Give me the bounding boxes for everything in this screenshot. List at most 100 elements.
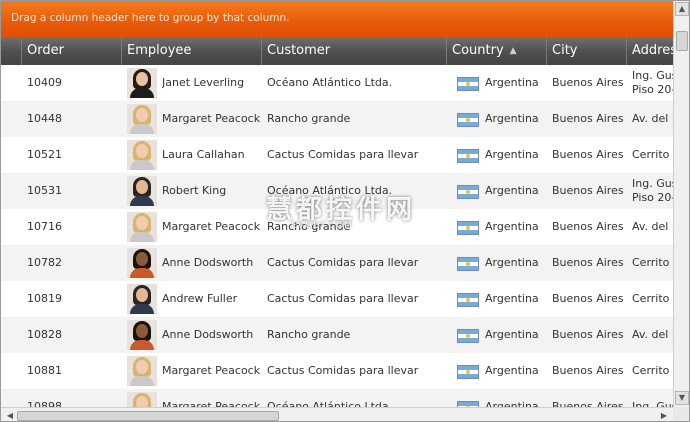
argentina-flag-icon <box>457 77 479 91</box>
argentina-flag-icon <box>457 329 479 343</box>
country-cell: Argentina <box>485 364 539 377</box>
argentina-flag-icon <box>457 257 479 271</box>
order-cell: 10898 <box>27 400 62 407</box>
city-cell: Buenos Aires <box>552 220 624 233</box>
column-header-customer[interactable]: Customer <box>261 37 446 65</box>
city-cell: Buenos Aires <box>552 184 624 197</box>
argentina-flag-icon <box>457 221 479 235</box>
column-header-country[interactable]: Country ▲ <box>446 37 546 65</box>
order-cell: 10819 <box>27 292 62 305</box>
address-cell: Ing. Gustavo Moncada 8585Piso 20-A <box>632 173 673 209</box>
employee-avatar <box>127 68 157 98</box>
employee-cell: Margaret Peacock <box>162 400 260 407</box>
customer-cell: Rancho grande <box>267 112 351 125</box>
scroll-right-icon[interactable]: ▶ <box>657 409 671 421</box>
employee-avatar <box>127 140 157 170</box>
address-cell: Av. del Libertador 900 <box>632 317 673 353</box>
employee-cell: Robert King <box>162 184 227 197</box>
table-row[interactable]: 10409 Janet Leverling Océano Atlántico Ltd… <box>1 65 673 101</box>
address-cell: Cerrito 333 <box>632 281 673 317</box>
order-cell: 10782 <box>27 256 62 269</box>
vertical-scroll-thumb[interactable] <box>676 31 688 51</box>
customer-cell: Cactus Comidas para llevar <box>267 292 419 305</box>
address-line: Ing. Gustavo Moncada 8585 <box>632 400 673 407</box>
table-row[interactable]: 10819 Andrew Fuller Cactus Comidas para ll… <box>1 281 673 317</box>
table-row[interactable]: 10898 Margaret Peacock Océano Atlántico Lt… <box>1 389 673 407</box>
country-cell: Argentina <box>485 76 539 89</box>
country-cell: Argentina <box>485 112 539 125</box>
argentina-flag-icon <box>457 113 479 127</box>
address-line: Ing. Gustavo Moncada 8585 <box>632 69 673 82</box>
employee-cell: Anne Dodsworth <box>162 328 254 341</box>
employee-avatar <box>127 284 157 314</box>
argentina-flag-icon <box>457 365 479 379</box>
employee-cell: Andrew Fuller <box>162 292 238 305</box>
vertical-scrollbar[interactable]: ▲ ▼ <box>673 1 689 407</box>
employee-avatar <box>127 212 157 242</box>
employee-cell: Janet Leverling <box>162 76 245 89</box>
customer-cell: Rancho grande <box>267 328 351 341</box>
data-grid: Drag a column header here to group by th… <box>0 0 690 422</box>
grid-rows: 10409 Janet Leverling Océano Atlántico Ltd… <box>1 65 673 407</box>
horizontal-scrollbar[interactable]: ◀ ▶ <box>1 407 673 421</box>
address-cell: Ing. Gustavo Moncada 8585Piso 20-A <box>632 65 673 101</box>
customer-cell: Océano Atlántico Ltda. <box>267 76 393 89</box>
country-cell: Argentina <box>485 148 539 161</box>
address-cell: Cerrito 333 <box>632 245 673 281</box>
city-cell: Buenos Aires <box>552 112 624 125</box>
address-line: Cerrito 333 <box>632 292 673 305</box>
city-cell: Buenos Aires <box>552 364 624 377</box>
group-panel-hint: Drag a column header here to group by th… <box>11 12 290 24</box>
order-cell: 10881 <box>27 364 62 377</box>
table-row[interactable]: 10881 Margaret Peacock Cactus Comidas para… <box>1 353 673 389</box>
employee-avatar <box>127 320 157 350</box>
address-line: Av. del Libertador 900 <box>632 220 673 233</box>
address-cell: Cerrito 333 <box>632 137 673 173</box>
scrollbar-corner <box>673 407 689 421</box>
argentina-flag-icon <box>457 293 479 307</box>
city-cell: Buenos Aires <box>552 256 624 269</box>
country-cell: Argentina <box>485 220 539 233</box>
column-header-city[interactable]: City <box>546 37 626 65</box>
table-row[interactable]: 10782 Anne Dodsworth Cactus Comidas para l… <box>1 245 673 281</box>
scroll-up-icon[interactable]: ▲ <box>675 2 689 16</box>
employee-avatar <box>127 356 157 386</box>
argentina-flag-icon <box>457 185 479 199</box>
employee-cell: Anne Dodsworth <box>162 256 254 269</box>
order-cell: 10828 <box>27 328 62 341</box>
city-cell: Buenos Aires <box>552 328 624 341</box>
address-line: Av. del Libertador 900 <box>632 112 673 125</box>
employee-cell: Margaret Peacock <box>162 220 260 233</box>
city-cell: Buenos Aires <box>552 292 624 305</box>
table-row[interactable]: 10521 Laura Callahan Cactus Comidas para l… <box>1 137 673 173</box>
address-line: Piso 20-A <box>632 191 673 204</box>
address-cell: Av. del Libertador 900 <box>632 209 673 245</box>
country-cell: Argentina <box>485 400 539 407</box>
scroll-down-icon[interactable]: ▼ <box>675 391 689 405</box>
sort-ascending-icon: ▲ <box>509 46 517 56</box>
country-cell: Argentina <box>485 184 539 197</box>
address-cell: Ing. Gustavo Moncada 8585 <box>632 389 673 407</box>
scroll-left-icon[interactable]: ◀ <box>3 409 17 421</box>
employee-avatar <box>127 392 157 407</box>
employee-cell: Margaret Peacock <box>162 364 260 377</box>
table-row[interactable]: 10828 Anne Dodsworth Rancho grande Argentin… <box>1 317 673 353</box>
column-header-row: Order Employee Customer Country ▲ City Ad… <box>1 37 684 65</box>
column-header-order[interactable]: Order <box>21 37 121 65</box>
address-line: Av. del Libertador 900 <box>632 328 673 341</box>
order-cell: 10409 <box>27 76 62 89</box>
address-cell: Av. del Libertador 900 <box>632 101 673 137</box>
order-cell: 10716 <box>27 220 62 233</box>
horizontal-scroll-thumb[interactable] <box>17 411 279 421</box>
employee-avatar <box>127 248 157 278</box>
group-by-panel[interactable]: Drag a column header here to group by th… <box>1 1 689 37</box>
customer-cell: Cactus Comidas para llevar <box>267 148 419 161</box>
customer-cell: Océano Atlántico Ltda. <box>267 400 393 407</box>
employee-avatar <box>127 104 157 134</box>
employee-cell: Margaret Peacock <box>162 112 260 125</box>
column-header-employee[interactable]: Employee <box>121 37 261 65</box>
address-line: Ing. Gustavo Moncada 8585 <box>632 177 673 190</box>
watermark-sub: EVGET.COM <box>291 221 353 231</box>
table-row[interactable]: 10448 Margaret Peacock Rancho grande Argent… <box>1 101 673 137</box>
address-line: Cerrito 333 <box>632 256 673 269</box>
